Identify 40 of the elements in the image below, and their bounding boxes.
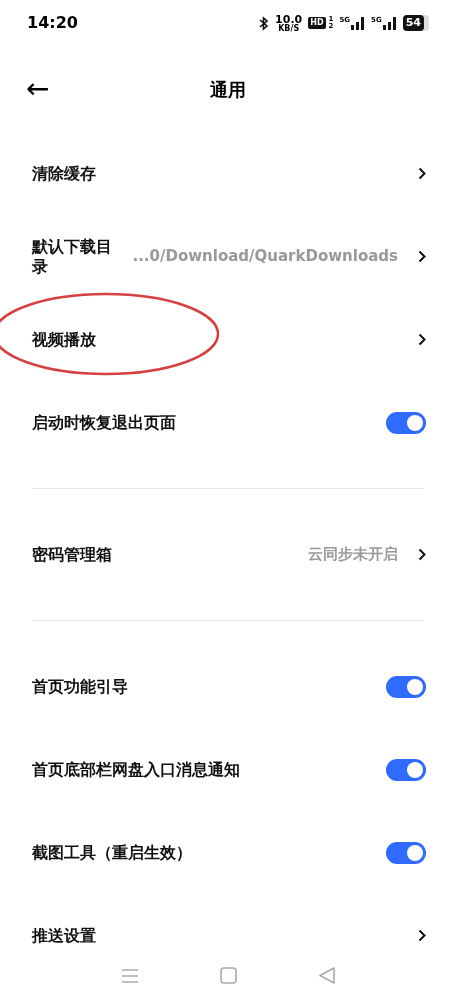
settings-row[interactable]: 视频播放 <box>0 298 456 381</box>
signal-icon <box>351 16 366 30</box>
setting-label: 首页功能引导 <box>32 675 129 698</box>
chevron-right-icon <box>418 548 426 561</box>
hd-badge: HD <box>308 17 326 29</box>
bluetooth-icon <box>259 15 270 31</box>
chevron-right-icon <box>418 333 426 346</box>
settings-row[interactable]: 默认下载目录 ...0/Download/QuarkDownloads <box>0 215 456 298</box>
home-icon[interactable] <box>220 967 238 984</box>
settings-row[interactable]: 首页底部栏网盘入口消息通知 <box>0 728 456 811</box>
setting-label: 启动时恢复退出页面 <box>32 411 177 434</box>
signal-icon <box>382 16 397 30</box>
setting-label: 推送设置 <box>32 924 97 947</box>
toggle-switch[interactable] <box>386 411 426 434</box>
battery-level: 54 <box>402 15 424 31</box>
setting-label: 默认下载目录 <box>32 236 113 277</box>
setting-label: 清除缓存 <box>32 162 97 185</box>
toggle-switch[interactable] <box>386 675 426 698</box>
chevron-right-icon <box>418 167 426 180</box>
settings-row[interactable]: 截图工具（重启生效） <box>0 811 456 894</box>
back-icon[interactable] <box>319 967 336 984</box>
speed-value: 10.0 <box>275 13 303 25</box>
setting-label: 首页底部栏网盘入口消息通知 <box>32 758 241 781</box>
settings-row[interactable]: 清除缓存 <box>0 132 456 215</box>
page-title: 通用 <box>210 77 246 102</box>
chevron-right-icon <box>418 250 426 263</box>
setting-value: ...0/Download/QuarkDownloads <box>131 246 399 268</box>
back-button[interactable]: ← <box>26 75 50 103</box>
setting-label: 视频播放 <box>32 328 97 351</box>
settings-row[interactable]: 启动时恢复退出页面 <box>0 381 456 464</box>
settings-row[interactable]: 首页功能引导 <box>0 645 456 728</box>
setting-label: 密码管理箱 <box>32 544 113 565</box>
chevron-right-icon <box>418 929 426 942</box>
toggle-switch[interactable] <box>386 841 426 864</box>
setting-value: 云同步未开启 <box>307 544 399 566</box>
clock: 14:20 <box>27 12 78 34</box>
settings-row[interactable]: 密码管理箱 云同步未开启 <box>0 513 456 596</box>
toggle-switch[interactable] <box>386 758 426 781</box>
setting-label: 截图工具（重启生效） <box>32 841 193 864</box>
speed-unit: KB/S <box>278 24 300 33</box>
